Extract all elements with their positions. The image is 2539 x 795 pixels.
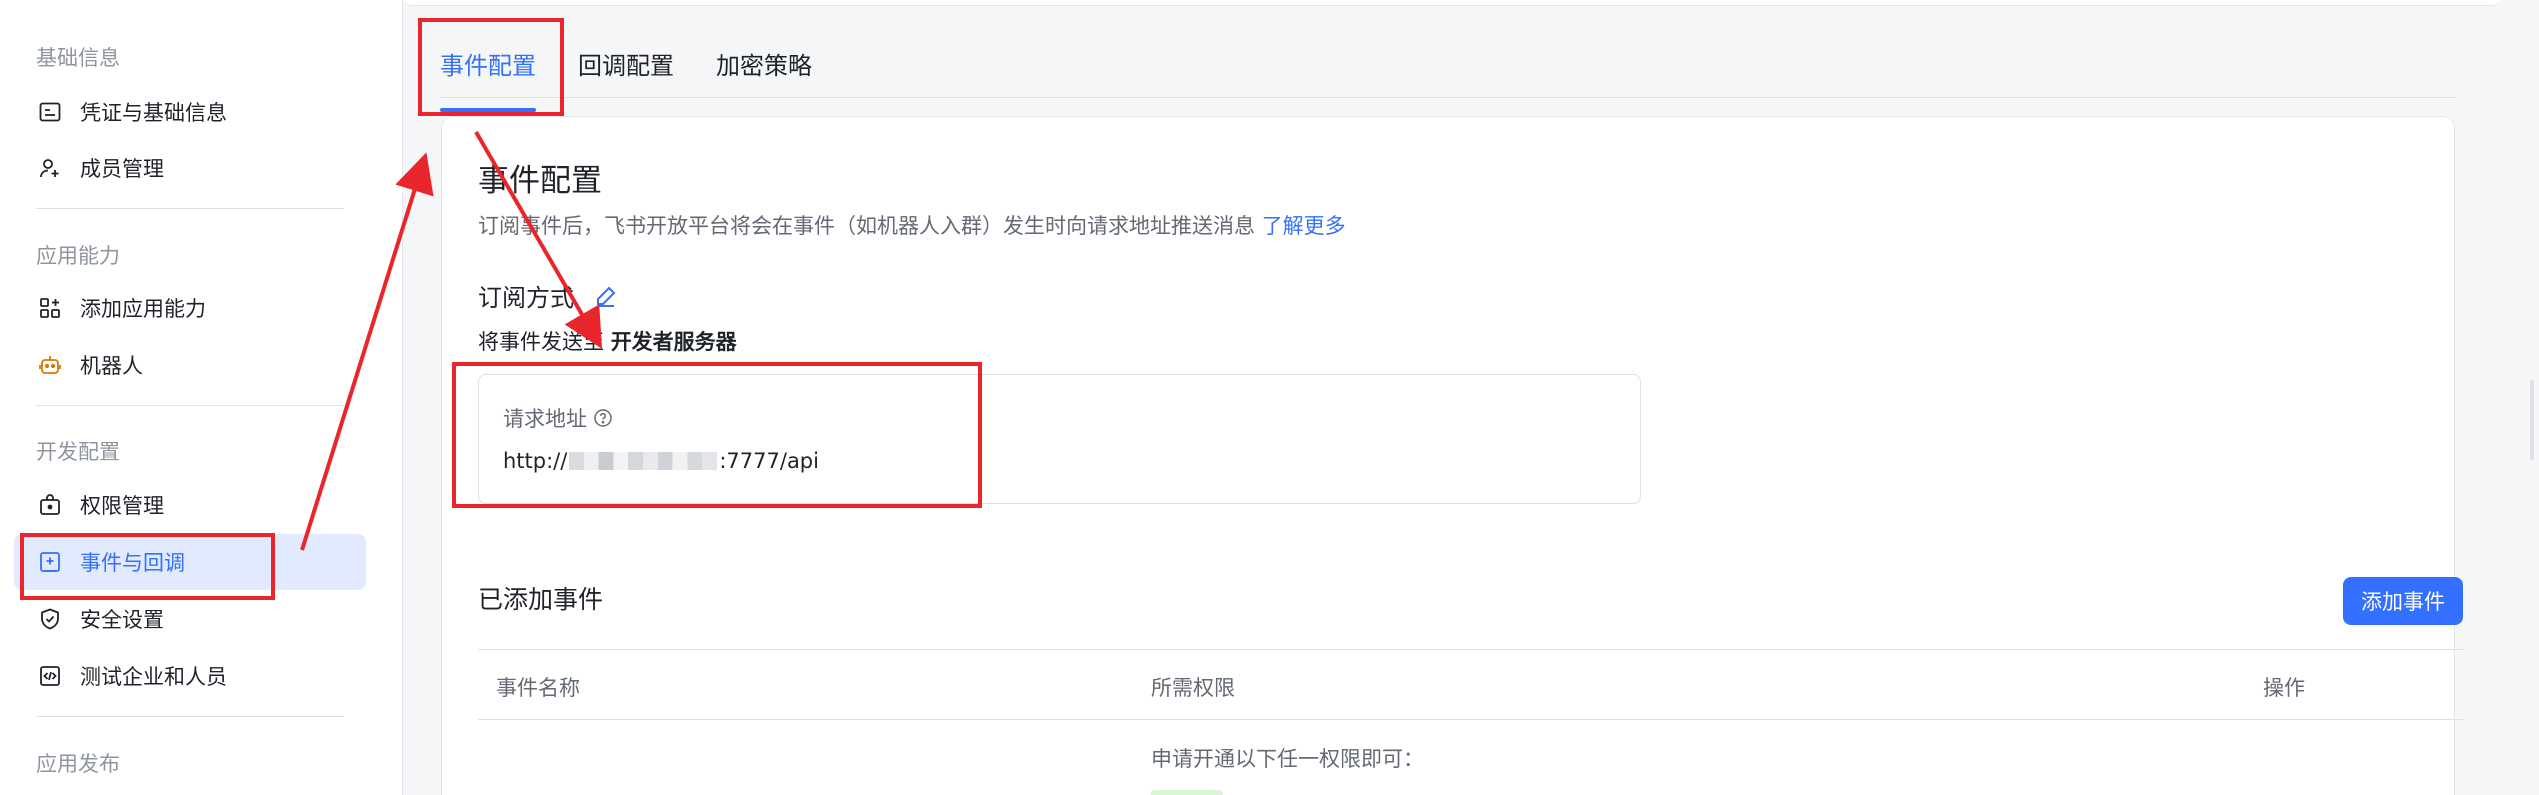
arrow-sidebar-to-tab	[300, 152, 434, 551]
arrow-tab-to-url	[474, 130, 603, 349]
annotation-arrows	[300, 130, 603, 551]
